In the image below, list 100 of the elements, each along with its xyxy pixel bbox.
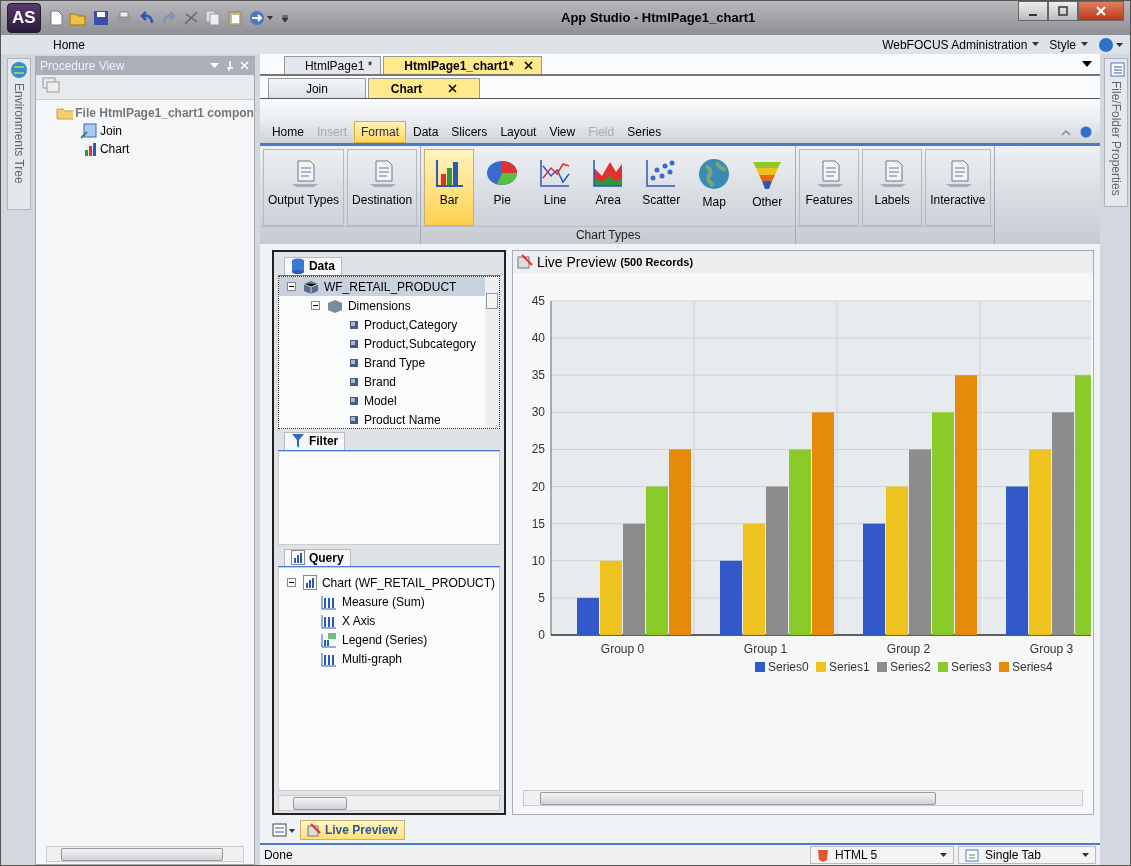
field-icon: [348, 338, 359, 349]
collapse-toggle[interactable]: [286, 282, 296, 291]
help-icon[interactable]: [1098, 36, 1124, 53]
ribbon-tab[interactable]: Slicers: [445, 122, 494, 142]
tree-item[interactable]: Chart (WF_RETAIL_PRODUCT): [321, 575, 496, 590]
editor-tab[interactable]: Chart: [367, 78, 480, 98]
ribbon-tab[interactable]: Home: [265, 122, 310, 142]
axis-tick-label: 10: [531, 553, 545, 568]
layout-dropdown[interactable]: Single Tab: [958, 846, 1097, 864]
tree-item[interactable]: Product,Subcategory: [363, 336, 477, 351]
editor-tab[interactable]: Join: [267, 78, 366, 98]
caret-icon: [1032, 42, 1040, 47]
tree-item[interactable]: Brand: [363, 374, 396, 389]
ribbon-tab[interactable]: Data: [407, 122, 445, 142]
section-header: Query: [283, 549, 351, 566]
legend-label: Series2: [889, 660, 931, 674]
html5-icon: [817, 848, 830, 862]
horizontal-scrollbar[interactable]: [277, 795, 500, 811]
close-icon[interactable]: [448, 84, 458, 93]
help-icon[interactable]: [1080, 126, 1093, 138]
preview-icon: [516, 254, 533, 270]
tree-item[interactable]: Legend (Series): [341, 632, 428, 647]
ribbon-button[interactable]: Interactive: [925, 149, 991, 226]
close-icon[interactable]: [523, 61, 533, 70]
ribbon-tab[interactable]: Format: [354, 121, 406, 143]
preview-icon: [306, 823, 321, 837]
side-panel-label: File/Folder Properties: [1109, 81, 1123, 196]
open-folder-icon[interactable]: [68, 10, 87, 26]
axis-tick-label: 40: [531, 331, 545, 346]
style-menu[interactable]: Style: [1049, 37, 1088, 52]
layout-menu-icon[interactable]: [271, 822, 296, 838]
ribbon-button[interactable]: Features: [799, 149, 860, 226]
ribbon-tab[interactable]: View: [543, 122, 582, 142]
tree-item[interactable]: Brand Type: [363, 355, 426, 370]
ribbon-tab[interactable]: Layout: [494, 122, 543, 142]
new-file-icon[interactable]: [48, 10, 63, 26]
save-icon[interactable]: [92, 10, 109, 26]
tree-item[interactable]: Product,Category: [363, 317, 458, 332]
tree-item[interactable]: Product Name: [363, 412, 441, 427]
field-icon: [348, 319, 359, 330]
vertical-scrollbar[interactable]: [484, 277, 499, 428]
line-chart-icon: [539, 158, 572, 188]
tree-item[interactable]: Model: [363, 393, 397, 408]
tree-item[interactable]: Multi-graph: [341, 651, 402, 666]
area-chart-icon: [592, 158, 625, 188]
horizontal-scrollbar[interactable]: [522, 790, 1084, 806]
window-title: App Studio - HtmlPage1_chart1: [561, 10, 756, 25]
ribbon-button[interactable]: Output Types: [262, 149, 345, 226]
side-panel-tab[interactable]: File/Folder Properties: [1104, 58, 1128, 207]
admin-menu[interactable]: WebFOCUS Administration: [882, 37, 1040, 52]
ribbon-button[interactable]: Area: [583, 149, 634, 226]
panel-options-icon[interactable]: [209, 60, 250, 72]
tree-item[interactable]: Join: [99, 124, 122, 138]
ribbon-button[interactable]: Other: [742, 149, 793, 226]
side-panel-label: Environments Tree: [11, 83, 26, 184]
collapse-toggle[interactable]: [310, 301, 320, 310]
tree-item[interactable]: File HtmlPage1_chart1 compon: [75, 106, 254, 120]
home-menu[interactable]: Home: [53, 37, 85, 52]
ribbon-tab[interactable]: Series: [621, 122, 668, 142]
axis-tick-label: 5: [538, 590, 545, 605]
tree-item[interactable]: Chart: [99, 142, 130, 156]
globe-arrow-icon[interactable]: [248, 10, 275, 26]
field-icon: [348, 395, 359, 406]
side-panel-tab[interactable]: Environments Tree: [7, 58, 31, 210]
bar-chart-icon: [434, 158, 465, 188]
print-icon[interactable]: [114, 10, 133, 26]
preview-title: Live Preview: [536, 254, 617, 270]
minimize-button[interactable]: [1018, 1, 1048, 21]
axis-tick-label: 15: [531, 516, 545, 531]
ribbon-button[interactable]: Line: [530, 149, 581, 226]
ribbon-button[interactable]: Bar: [424, 149, 475, 226]
scatter-chart-icon: [645, 158, 678, 188]
view-tab[interactable]: Live Preview: [299, 820, 405, 840]
output-format-dropdown[interactable]: HTML 5: [810, 846, 955, 864]
horizontal-scrollbar[interactable]: [45, 846, 244, 862]
copy-icon[interactable]: [204, 10, 221, 26]
close-button[interactable]: [1078, 1, 1124, 21]
tab-list-icon[interactable]: [1082, 61, 1093, 67]
ribbon-button[interactable]: Map: [689, 149, 740, 226]
ribbon-button[interactable]: Scatter: [636, 149, 687, 226]
undo-icon[interactable]: [138, 10, 155, 26]
maximize-button[interactable]: [1048, 1, 1078, 21]
section-header: Filter: [283, 432, 346, 450]
caret-icon: [940, 853, 948, 857]
document-tab[interactable]: HtmlPage1_chart1*: [383, 56, 542, 74]
scissors-icon[interactable]: [182, 10, 199, 26]
tree-item[interactable]: Dimensions: [347, 298, 411, 313]
category-label: Group 2: [886, 642, 931, 656]
tree-item[interactable]: Measure (Sum): [341, 594, 425, 609]
tree-item[interactable]: X Axis: [341, 613, 376, 628]
collapse-toggle[interactable]: [286, 578, 296, 587]
ribbon-button[interactable]: Pie: [477, 149, 528, 226]
document-tab[interactable]: HtmlPage1 *: [283, 56, 382, 74]
paste-icon[interactable]: [226, 10, 243, 26]
ribbon-button[interactable]: Destination: [347, 149, 418, 226]
record-count: (500 Records): [620, 256, 694, 268]
collapse-ribbon-icon[interactable]: [1061, 128, 1072, 136]
legend-label: Series3: [950, 660, 992, 674]
ribbon-button[interactable]: Labels: [862, 149, 923, 226]
status-text: Done: [262, 848, 294, 862]
